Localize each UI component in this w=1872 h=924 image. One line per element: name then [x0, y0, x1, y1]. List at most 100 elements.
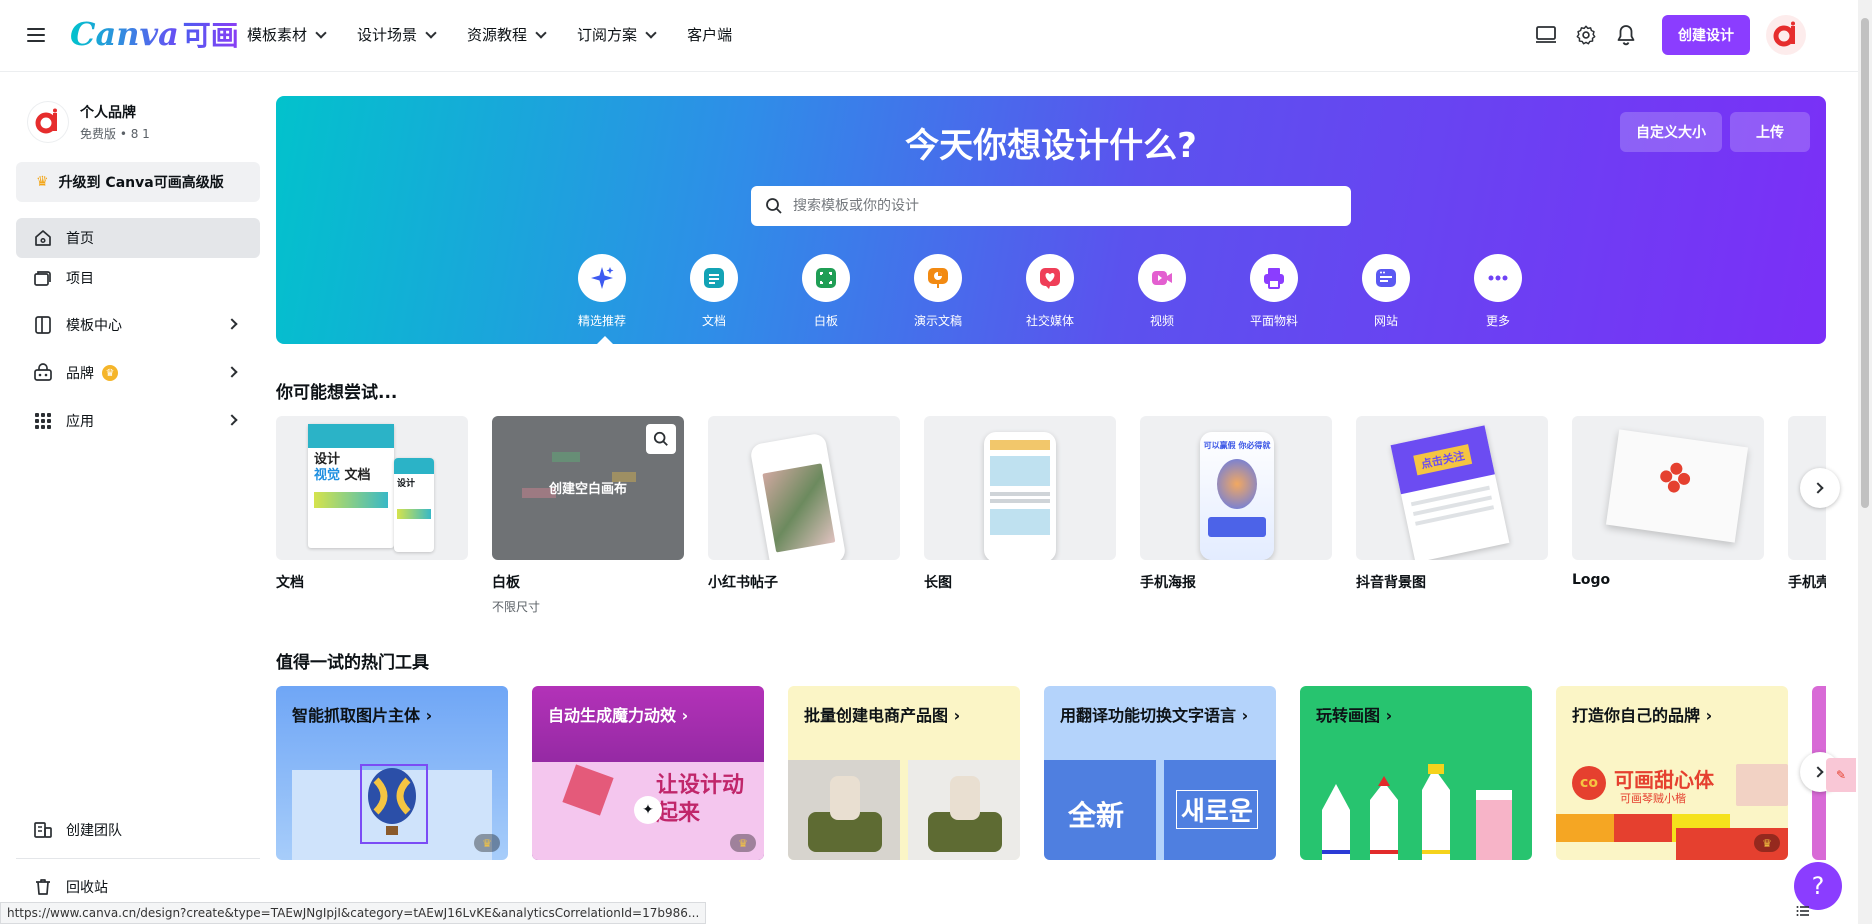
- custom-size-button[interactable]: 自定义大小: [1620, 112, 1722, 152]
- avatar[interactable]: [1766, 15, 1806, 55]
- crown-icon: ♛: [36, 174, 49, 190]
- sidebar-item-home[interactable]: 首页: [16, 218, 260, 258]
- category-doc[interactable]: 文档: [669, 254, 759, 329]
- tool-card-cutout[interactable]: 智能抓取图片主体 › ♛: [276, 686, 508, 860]
- nav-label: 设计场景: [357, 26, 418, 44]
- tool-card-magic-animate[interactable]: 自动生成魔力动效 › 让设计动起来 ✦ ♛: [532, 686, 764, 860]
- search-bar[interactable]: [751, 186, 1351, 226]
- upload-button[interactable]: 上传: [1730, 112, 1810, 152]
- bell-icon[interactable]: [1606, 15, 1646, 55]
- brand-plan: 免费版 • 8 1: [80, 127, 150, 141]
- category-whiteboard[interactable]: 白板: [781, 254, 871, 329]
- nav-label: 资源教程: [467, 26, 528, 44]
- status-url-bar: https://www.canva.cn/design?create&type=…: [0, 902, 707, 924]
- list-icon[interactable]: [1796, 904, 1810, 918]
- tool-card-draw[interactable]: 玩转画图 ›: [1300, 686, 1532, 860]
- main-nav: 模板素材 设计场景 资源教程 订阅方案 客户端: [247, 24, 764, 45]
- sidebar-item-create-team[interactable]: 创建团队: [16, 810, 260, 850]
- nav-client[interactable]: 客户端: [687, 24, 732, 45]
- card-label: 白板: [492, 575, 520, 591]
- card-thumbnail: [708, 416, 900, 560]
- try-section-title: 你可能想尝试...: [276, 383, 398, 403]
- search-icon[interactable]: [646, 424, 676, 454]
- card-sublabel: 不限尺寸: [492, 600, 541, 614]
- try-card-xiaohongshu[interactable]: 小红书帖子: [708, 416, 900, 592]
- chevron-down-icon: [535, 26, 547, 39]
- search-input[interactable]: [793, 198, 1313, 214]
- scrollbar-thumb[interactable]: [1861, 18, 1869, 508]
- upgrade-button[interactable]: ♛ 升级到 Canva可画高级版: [16, 162, 260, 202]
- tool-card-batch-create[interactable]: 批量创建电商产品图 ›: [788, 686, 1020, 860]
- try-card-whiteboard[interactable]: 创建空白画布 白板 不限尺寸: [492, 416, 684, 615]
- hero-banner: 今天你想设计什么? 自定义大小 上传 精选推荐 文档 白板 演示文稿 社交媒体 视频 平面物…: [276, 96, 1826, 344]
- category-heart[interactable]: 社交媒体: [1005, 254, 1095, 329]
- sidebar-item-templates[interactable]: 模板中心: [16, 305, 260, 345]
- sidebar-item-label: 应用: [66, 414, 94, 430]
- category-label: 平面物料: [1249, 314, 1298, 328]
- page-scrollbar[interactable]: [1858, 0, 1872, 924]
- tool-card-translate[interactable]: 用翻译功能切换文字语言 › 全新 새로운: [1044, 686, 1276, 860]
- category-video[interactable]: 视频: [1117, 254, 1207, 329]
- nav-pricing[interactable]: 订阅方案: [577, 24, 657, 45]
- user-logo-icon: [1773, 21, 1795, 47]
- brand-name: 个人品牌: [80, 105, 136, 121]
- top-bar: Canva 可画 模板素材 设计场景 资源教程 订阅方案 客户端 创建设计: [0, 0, 1858, 72]
- card-thumbnail: 创建空白画布: [492, 416, 684, 560]
- menu-icon[interactable]: [26, 25, 46, 45]
- sidebar-item-label: 品牌: [66, 366, 94, 382]
- side-promo-tab-icon[interactable]: ✎: [1826, 758, 1856, 792]
- folder-icon: [32, 267, 54, 289]
- try-card-douyin-bg[interactable]: 点击关注 抖音背景图: [1356, 416, 1548, 592]
- tool-card-brand[interactable]: 打造你自己的品牌 › co 可画甜心体 可画琴贼小楷 ♛: [1556, 686, 1788, 860]
- try-card-phone-case[interactable]: 手机壳: [1788, 416, 1826, 606]
- nav-scenarios[interactable]: 设计场景: [357, 24, 437, 45]
- card-thumbnail: 点击关注: [1356, 416, 1548, 560]
- nav-label: 模板素材: [247, 26, 308, 44]
- try-card-logo[interactable]: Logo: [1572, 416, 1764, 588]
- apps-grid-icon: [32, 410, 54, 432]
- hero-title: 今天你想设计什么?: [905, 126, 1197, 166]
- create-design-button[interactable]: 创建设计: [1662, 15, 1750, 55]
- portrait-thumbnail: [1736, 764, 1788, 806]
- category-more[interactable]: 更多: [1453, 254, 1543, 329]
- try-card-long-image[interactable]: 长图: [924, 416, 1116, 592]
- card-label: 文档: [276, 575, 304, 591]
- tool-label: 批量创建电商产品图 ›: [804, 706, 961, 725]
- try-next-button[interactable]: [1800, 468, 1840, 508]
- card-thumbnail: [1572, 416, 1764, 560]
- chevron-down-icon: [425, 26, 437, 39]
- douyin-thumb-text: 点击关注: [1413, 444, 1473, 476]
- template-icon: [32, 314, 54, 336]
- sidebar-item-brand[interactable]: 品牌 ♛: [16, 353, 260, 393]
- try-card-phone-poster[interactable]: 可以赢假 你必得就 手机海报: [1140, 416, 1332, 592]
- top-actions: 创建设计: [1526, 15, 1806, 55]
- category-print[interactable]: 平面物料: [1229, 254, 1319, 329]
- canva-logo[interactable]: Canva 可画: [70, 14, 239, 54]
- brand-avatar: [28, 102, 68, 142]
- nav-templates[interactable]: 模板素材: [247, 24, 327, 45]
- chevron-right-icon: [1812, 766, 1824, 778]
- card-label: 小红书帖子: [708, 575, 778, 591]
- sidebar-item-projects[interactable]: 项目: [16, 258, 260, 298]
- category-label: 演示文稿: [913, 314, 962, 328]
- brand-switcher[interactable]: 个人品牌 免费版 • 8 1: [28, 102, 150, 142]
- nav-resources[interactable]: 资源教程: [467, 24, 547, 45]
- home-icon: [32, 227, 54, 249]
- category-sparkle[interactable]: 精选推荐: [557, 254, 647, 329]
- tool-label: 用翻译功能切换文字语言 ›: [1060, 706, 1249, 725]
- try-card-doc[interactable]: 设计 视觉 文档 设计 文档: [276, 416, 468, 592]
- category-website[interactable]: 网站: [1341, 254, 1431, 329]
- sidebar-item-trash[interactable]: 回收站: [16, 867, 260, 907]
- help-button[interactable]: ?: [1794, 862, 1842, 910]
- premium-badge-icon: ♛: [102, 365, 118, 381]
- tool-label: 自动生成魔力动效 ›: [548, 706, 689, 725]
- sidebar-item-label: 首页: [66, 231, 94, 247]
- category-label: 网站: [1373, 314, 1398, 328]
- desktop-app-icon[interactable]: [1526, 15, 1566, 55]
- tool-label: 玩转画图 ›: [1316, 706, 1393, 725]
- sidebar-item-apps[interactable]: 应用: [16, 401, 260, 441]
- category-presentation[interactable]: 演示文稿: [893, 254, 983, 329]
- category-label: 文档: [701, 314, 726, 328]
- flower-logo-icon: [1660, 462, 1691, 493]
- gear-icon[interactable]: [1566, 15, 1606, 55]
